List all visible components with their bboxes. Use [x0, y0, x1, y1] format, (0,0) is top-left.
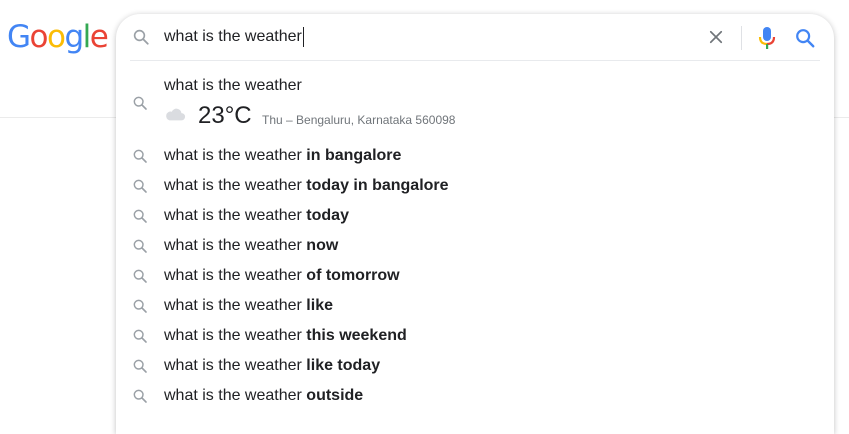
suggestion-completion: in bangalore	[306, 147, 402, 164]
logo-letter-l: l	[82, 19, 92, 55]
suggestion-prefix: what is the weather	[164, 177, 307, 194]
suggestion-completion: today in bangalore	[306, 177, 449, 194]
search-icon	[133, 389, 147, 403]
suggestion-prefix: what is the weather	[164, 357, 307, 374]
suggestion-item[interactable]: what is the weather today in bangalore	[116, 171, 834, 201]
search-icon	[133, 299, 147, 313]
close-icon[interactable]	[707, 28, 725, 46]
search-bar: what is the weather	[116, 14, 834, 60]
weather-suggestion-title: what is the weather	[164, 77, 302, 94]
suggestion-prefix: what is the weather	[164, 267, 307, 284]
suggestion-item[interactable]: what is the weather outside	[116, 381, 834, 411]
suggestion-completion: like today	[306, 357, 381, 374]
dropdown-separator	[130, 60, 820, 61]
search-icon	[133, 96, 147, 110]
logo-letter-g2: g	[64, 19, 84, 55]
search-icon	[133, 149, 147, 163]
search-input[interactable]: what is the weather	[164, 27, 304, 47]
suggestion-completion: today	[306, 207, 349, 224]
suggestion-text: what is the weather in bangalore	[164, 146, 401, 166]
suggestion-text: what is the weather outside	[164, 386, 363, 406]
suggestion-prefix: what is the weather	[164, 387, 307, 404]
suggestion-text: what is the weather like	[164, 296, 333, 316]
suggestion-text: what is the weather now	[164, 236, 338, 256]
search-icon	[133, 269, 147, 283]
suggestion-completion: outside	[306, 387, 364, 404]
suggestion-completion: like	[306, 297, 333, 314]
suggestion-prefix: what is the weather	[164, 207, 307, 224]
suggestion-prefix: what is the weather	[164, 147, 307, 164]
search-button-icon[interactable]	[794, 27, 816, 49]
search-box: what is the weather what is the weather	[116, 14, 834, 434]
suggestion-item[interactable]: what is the weather today	[116, 201, 834, 231]
suggestion-item[interactable]: what is the weather of tomorrow	[116, 261, 834, 291]
suggestion-completion: now	[306, 237, 339, 254]
suggestion-text: what is the weather today in bangalore	[164, 176, 449, 196]
suggestion-prefix: what is the weather	[164, 297, 307, 314]
mic-icon[interactable]	[756, 26, 778, 50]
suggestion-completion: of tomorrow	[306, 267, 400, 284]
suggestion-completion: this weekend	[306, 327, 407, 344]
cloud-icon	[166, 108, 186, 121]
logo-letter-o1: o	[29, 19, 49, 55]
text-caret	[302, 27, 304, 47]
search-icon	[133, 209, 147, 223]
search-icon	[133, 29, 149, 45]
search-icon	[133, 359, 147, 373]
search-query-text: what is the weather	[164, 28, 302, 45]
suggestion-item[interactable]: what is the weather like today	[116, 351, 834, 381]
logo-letter-o2: o	[47, 19, 66, 55]
suggestion-item[interactable]: what is the weather this weekend	[116, 321, 834, 351]
suggestion-text: what is the weather like today	[164, 356, 380, 376]
suggestion-item[interactable]: what is the weather in bangalore	[116, 141, 834, 171]
suggestion-prefix: what is the weather	[164, 327, 307, 344]
weather-location-meta: Thu – Bengaluru, Karnataka 560098	[262, 113, 456, 127]
search-icon	[133, 179, 147, 193]
weather-temperature: 23°C	[198, 102, 252, 129]
suggestion-item[interactable]: what is the weather like	[116, 291, 834, 321]
logo-letter-g: G	[7, 19, 31, 55]
search-icon	[133, 329, 147, 343]
search-icon	[133, 239, 147, 253]
google-logo[interactable]: Google	[7, 17, 109, 57]
suggestion-text: what is the weather this weekend	[164, 326, 407, 346]
suggestion-prefix: what is the weather	[164, 237, 307, 254]
suggestion-text: what is the weather of tomorrow	[164, 266, 400, 286]
suggestion-item[interactable]: what is the weather now	[116, 231, 834, 261]
logo-letter-e: e	[89, 19, 109, 55]
suggestion-text: what is the weather today	[164, 206, 349, 226]
search-bar-separator	[741, 26, 742, 50]
